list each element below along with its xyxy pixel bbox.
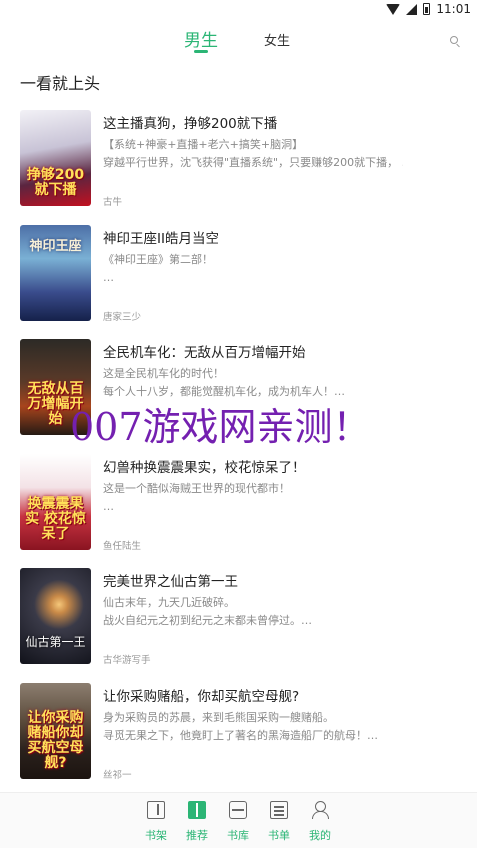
section-title: 一看就上头 — [20, 74, 101, 93]
book-cover[interactable]: 挣够200就下播 — [20, 110, 91, 206]
nav-recommend[interactable]: 推荐 — [177, 801, 217, 843]
gender-tabs: 男生 女生 — [0, 26, 477, 56]
book-cover[interactable]: 神印王座 — [20, 225, 91, 321]
book-description: 这是一个酷似海贼王世界的现代都市！ … — [103, 480, 403, 516]
nav-library[interactable]: 书库 — [218, 801, 258, 843]
desc-line: 【系统+神豪+直播+老六+搞笑+脑洞】 — [103, 138, 304, 151]
book-cover[interactable]: 让你采购赌船你却买航空母舰? — [20, 683, 91, 779]
signal-icon — [406, 3, 418, 15]
book-title: 幻兽种换震震果实，校花惊呆了！ — [103, 460, 306, 476]
book-title: 完美世界之仙古第一王 — [103, 574, 238, 590]
user-icon — [311, 801, 329, 819]
search-icon[interactable] — [450, 36, 458, 44]
status-bar: 11:01 — [0, 0, 477, 22]
desc-line: 寻觅无果之下，他竟盯上了著名的黑海造船厂的航母！… — [103, 729, 378, 742]
book-title: 让你采购赌船，你却买航空母舰? — [103, 689, 300, 705]
book-cover[interactable]: 仙古第一王 — [20, 568, 91, 664]
book-author: 丝祁一 — [103, 770, 132, 781]
desc-line: 《神印王座》第二部！ — [103, 253, 213, 266]
battery-icon — [423, 3, 431, 15]
list-item[interactable]: 仙古第一王 完美世界之仙古第一王 仙古末年，九天几近破碎。 战火自纪元之初到纪元… — [0, 568, 477, 672]
book-description: 《神印王座》第二部！ … — [103, 251, 403, 287]
desc-line: 这是一个酷似海贼王世界的现代都市！ — [103, 482, 290, 495]
wifi-icon — [386, 3, 401, 15]
nav-label: 书架 — [145, 829, 167, 842]
book-author: 鱼任陆生 — [103, 541, 142, 552]
desc-line: 穿越平行世界，沈飞获得"直播系统"，只要赚够200就下播， … — [103, 156, 403, 169]
desc-line: 身为采购员的苏晨，来到毛熊国采购一艘赌船。 — [103, 711, 334, 724]
desc-line: … — [103, 500, 114, 513]
nav-mine[interactable]: 我的 — [300, 801, 340, 843]
desc-line: 这是全民机车化的时代！ — [103, 367, 224, 380]
library-icon — [229, 801, 247, 819]
book-description: 仙古末年，九天几近破碎。 战火自纪元之初到纪元之末都未曾停过。… — [103, 594, 403, 630]
list-item[interactable]: 神印王座 神印王座II皓月当空 《神印王座》第二部！ … 唐家三少 — [0, 225, 477, 329]
book-title: 这主播真狗，挣够200就下播 — [103, 116, 278, 132]
book-description: 身为采购员的苏晨，来到毛熊国采购一艘赌船。 寻觅无果之下，他竟盯上了著名的黑海造… — [103, 709, 403, 745]
tab-male[interactable]: 男生 — [184, 26, 218, 51]
list-item[interactable]: 换震震果实 校花惊呆了 幻兽种换震震果实，校花惊呆了！ 这是一个酷似海贼王世界的… — [0, 454, 477, 558]
list-item[interactable]: 挣够200就下播 这主播真狗，挣够200就下播 【系统+神豪+直播+老六+搞笑+… — [0, 110, 477, 214]
desc-line: 战火自纪元之初到纪元之末都未曾停过。… — [103, 614, 312, 627]
booklist-icon — [270, 801, 288, 819]
nav-booklist[interactable]: 书单 — [259, 801, 299, 843]
bottom-nav: 书架 推荐 书库 书单 我的 — [0, 792, 477, 848]
watermark-text: 007游戏网亲测！ — [70, 405, 371, 449]
nav-label: 我的 — [309, 829, 331, 842]
cover-title-art: 神印王座 — [29, 239, 82, 254]
bookshelf-icon — [147, 801, 165, 819]
cover-title-art: 让你采购赌船你却买航空母舰? — [27, 710, 84, 771]
cover-title-art: 换震震果实 校花惊呆了 — [25, 496, 86, 542]
book-description: 【系统+神豪+直播+老六+搞笑+脑洞】 穿越平行世界，沈飞获得"直播系统"，只要… — [103, 136, 403, 172]
book-author: 古华游写手 — [103, 655, 151, 666]
nav-label: 书单 — [268, 829, 290, 842]
tab-female[interactable]: 女生 — [264, 30, 290, 49]
open-book-icon — [188, 801, 206, 819]
desc-line: 仙古末年，九天几近破碎。 — [103, 596, 235, 609]
list-item[interactable]: 让你采购赌船你却买航空母舰? 让你采购赌船，你却买航空母舰? 身为采购员的苏晨，… — [0, 683, 477, 787]
book-title: 神印王座II皓月当空 — [103, 231, 219, 247]
status-icons: 11:01 — [386, 2, 471, 16]
book-author: 唐家三少 — [103, 312, 142, 323]
cover-title-art: 挣够200就下播 — [26, 167, 85, 198]
clock: 11:01 — [436, 2, 471, 16]
active-tab-indicator — [194, 50, 208, 53]
cover-title-art: 仙古第一王 — [25, 635, 86, 649]
nav-bookshelf[interactable]: 书架 — [136, 801, 176, 843]
nav-label: 书库 — [227, 829, 249, 842]
book-title: 全民机车化：无敌从百万增幅开始 — [103, 345, 306, 361]
book-author: 古牛 — [103, 197, 123, 208]
desc-line: … — [103, 271, 114, 284]
book-cover[interactable]: 换震震果实 校花惊呆了 — [20, 454, 91, 550]
nav-label: 推荐 — [186, 829, 208, 842]
